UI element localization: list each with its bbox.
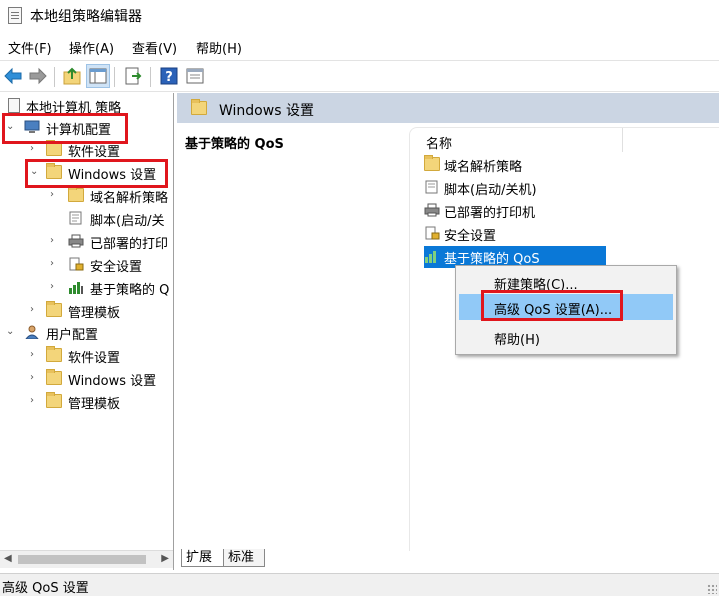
menu-bar: 文件(F) 操作(A) 查看(V) 帮助(H) (0, 34, 719, 58)
chevron-right-icon[interactable]: › (50, 189, 60, 201)
qos-chart-icon (68, 280, 84, 294)
chevron-right-icon[interactable]: › (30, 372, 40, 384)
chevron-down-icon[interactable]: ⌄ (30, 166, 40, 178)
printer-icon (68, 234, 84, 248)
help-icon[interactable]: ? (158, 65, 180, 87)
folder-icon (46, 369, 62, 385)
chevron-down-icon[interactable]: ⌄ (6, 121, 16, 133)
tab-standard[interactable]: 标准 (223, 549, 265, 567)
scroll-right-icon[interactable]: ▶ (161, 553, 169, 564)
description-title: 基于策略的 QoS (185, 137, 284, 152)
user-icon (24, 325, 40, 340)
column-header-name[interactable]: 名称 (426, 133, 452, 152)
tree-horizontal-scrollbar[interactable]: ◀ ▶ (0, 550, 173, 568)
folder-icon (191, 99, 207, 115)
chevron-right-icon[interactable]: › (30, 395, 40, 407)
back-arrow-icon[interactable] (2, 65, 24, 87)
toolbar: ? (0, 60, 719, 92)
folder-icon (46, 392, 62, 408)
chevron-right-icon[interactable]: › (30, 349, 40, 361)
title-bar: 本地组策略编辑器 (0, 0, 719, 32)
menu-view[interactable]: 查看(V) (132, 38, 177, 57)
forward-arrow-icon[interactable] (27, 65, 49, 87)
status-text: 高级 QoS 设置 (2, 581, 89, 596)
security-icon (68, 257, 84, 271)
menu-action[interactable]: 操作(A) (69, 38, 114, 57)
menu-item-advanced-qos[interactable]: 高级 QoS 设置(A)... (459, 294, 673, 320)
policy-document-icon (8, 98, 20, 113)
script-icon (68, 211, 84, 225)
security-icon (424, 226, 440, 240)
svg-text:?: ? (165, 70, 173, 85)
chevron-right-icon[interactable]: › (50, 281, 60, 293)
menu-item-help[interactable]: 帮助(H) (459, 324, 673, 350)
chevron-down-icon[interactable]: ⌄ (6, 326, 16, 338)
menu-item-new-policy[interactable]: 新建策略(C)... (459, 269, 673, 295)
computer-icon (24, 120, 40, 134)
window-title: 本地组策略编辑器 (30, 9, 142, 25)
folder-icon (68, 186, 84, 202)
printer-icon (424, 203, 440, 217)
menu-help[interactable]: 帮助(H) (196, 38, 242, 57)
resize-grip[interactable] (707, 584, 717, 594)
details-header: Windows 设置 (177, 93, 719, 123)
scroll-thumb[interactable] (18, 555, 146, 564)
export-list-icon[interactable] (122, 65, 144, 87)
folder-icon (424, 155, 440, 171)
folder-icon (46, 301, 62, 317)
qos-chart-icon (424, 249, 440, 263)
tab-extended[interactable]: 扩展 (181, 549, 223, 567)
menu-file[interactable]: 文件(F) (8, 38, 52, 57)
chevron-right-icon[interactable]: › (30, 304, 40, 316)
properties-icon[interactable] (184, 65, 206, 87)
scroll-left-icon[interactable]: ◀ (4, 553, 12, 564)
chevron-right-icon[interactable]: › (50, 235, 60, 247)
show-tree-icon[interactable] (86, 64, 110, 88)
chevron-right-icon[interactable]: › (30, 143, 40, 155)
folder-icon (46, 346, 62, 362)
script-icon (424, 180, 440, 194)
context-menu: 新建策略(C)... 高级 QoS 设置(A)... 帮助(H) (455, 265, 677, 355)
up-folder-icon[interactable] (61, 65, 83, 87)
chevron-right-icon[interactable]: › (50, 258, 60, 270)
status-bar: 高级 QoS 设置 (0, 573, 719, 596)
folder-icon (46, 140, 62, 156)
tree-pane[interactable]: 本地计算机 策略 ⌄ 计算机配置 › 软件设置 ⌄ Windows 设置 › 域… (0, 93, 174, 570)
policy-editor-icon (8, 7, 22, 24)
folder-icon (46, 163, 62, 179)
